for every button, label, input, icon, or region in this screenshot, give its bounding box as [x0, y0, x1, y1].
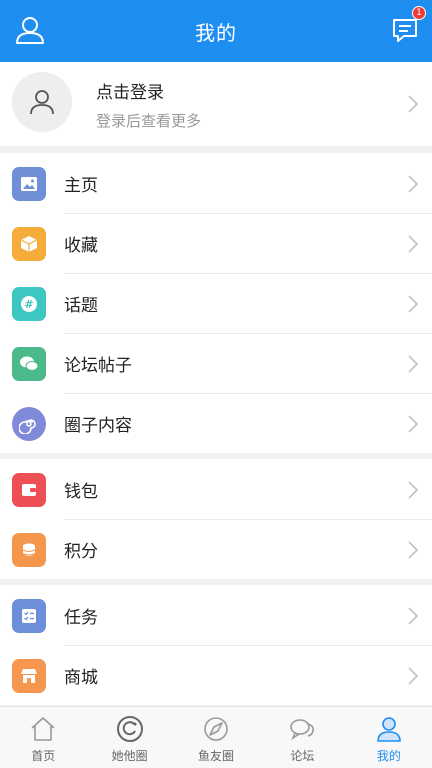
- tab-forum[interactable]: 论坛: [259, 707, 345, 768]
- person-icon: [375, 715, 403, 743]
- home-icon: [29, 715, 57, 743]
- chevron-right-icon: [408, 95, 419, 113]
- menu-item-wallet[interactable]: 钱包: [0, 459, 432, 519]
- chat-icon: [12, 347, 46, 381]
- svg-text:#: #: [24, 298, 33, 311]
- menu-group-other: 任务 商城: [0, 585, 432, 705]
- tab-label: 首页: [31, 749, 56, 763]
- notification-badge: 1: [412, 6, 426, 20]
- menu-item-home[interactable]: 主页: [0, 153, 432, 213]
- tab-label: 论坛: [290, 749, 315, 763]
- chevron-right-icon: [408, 355, 419, 373]
- page-title: 我的: [195, 20, 237, 45]
- chevron-right-icon: [408, 481, 419, 499]
- menu-item-topics[interactable]: # 话题: [0, 273, 432, 333]
- menu-group-finance: 钱包 积分: [0, 459, 432, 579]
- coins-icon: [12, 533, 46, 567]
- chevron-right-icon: [408, 607, 419, 625]
- chevron-right-icon: [408, 235, 419, 253]
- store-icon: [12, 659, 46, 693]
- user-icon[interactable]: [14, 14, 46, 46]
- chat-bubbles-icon: [288, 715, 316, 743]
- login-subtitle: 登录后查看更多: [96, 112, 202, 130]
- chevron-right-icon: [408, 295, 419, 313]
- login-card[interactable]: 点击登录 登录后查看更多: [0, 62, 432, 146]
- tab-home[interactable]: 首页: [0, 707, 86, 768]
- checklist-icon: [12, 599, 46, 633]
- menu-group-main: 主页 收藏 # 话题 论坛帖子 圈子内容: [0, 153, 432, 453]
- tab-mine[interactable]: 我的: [346, 707, 432, 768]
- person-icon: [30, 90, 54, 115]
- menu-item-circle-content[interactable]: 圈子内容: [0, 393, 432, 453]
- hash-icon: #: [12, 287, 46, 321]
- spiral-icon: [12, 407, 46, 441]
- tab-circle[interactable]: 她他圈: [86, 707, 172, 768]
- tab-label: 她他圈: [111, 749, 148, 763]
- tab-label: 鱼友圈: [198, 749, 235, 763]
- bottom-tab-bar: 首页 她他圈 鱼友圈 论坛 我的: [0, 706, 432, 768]
- messages-button[interactable]: 1: [390, 6, 426, 46]
- menu-item-favorites[interactable]: 收藏: [0, 213, 432, 273]
- wallet-icon: [12, 473, 46, 507]
- avatar: [12, 72, 72, 132]
- tab-fish-friends[interactable]: 鱼友圈: [173, 707, 259, 768]
- menu-item-forum-posts[interactable]: 论坛帖子: [0, 333, 432, 393]
- login-title: 点击登录: [96, 83, 164, 103]
- chevron-right-icon: [408, 667, 419, 685]
- menu-item-label: 话题: [64, 295, 98, 316]
- menu-item-label: 商城: [64, 667, 98, 688]
- chevron-right-icon: [408, 175, 419, 193]
- chevron-right-icon: [408, 415, 419, 433]
- menu-item-label: 圈子内容: [64, 415, 132, 436]
- menu-item-label: 主页: [64, 175, 98, 196]
- box-icon: [12, 227, 46, 261]
- menu-item-points[interactable]: 积分: [0, 519, 432, 579]
- compass-icon: [202, 715, 230, 743]
- menu-item-label: 论坛帖子: [64, 355, 132, 376]
- menu-item-label: 钱包: [64, 481, 98, 502]
- chevron-right-icon: [408, 541, 419, 559]
- image-icon: [12, 167, 46, 201]
- menu-item-tasks[interactable]: 任务: [0, 585, 432, 645]
- menu-item-label: 任务: [64, 607, 98, 628]
- menu-item-label: 收藏: [64, 235, 98, 256]
- camera-circle-icon: [116, 715, 144, 743]
- app-header: 我的 1: [0, 0, 432, 62]
- menu-item-label: 积分: [64, 541, 98, 562]
- tab-label: 我的: [376, 749, 401, 763]
- menu-item-store[interactable]: 商城: [0, 645, 432, 705]
